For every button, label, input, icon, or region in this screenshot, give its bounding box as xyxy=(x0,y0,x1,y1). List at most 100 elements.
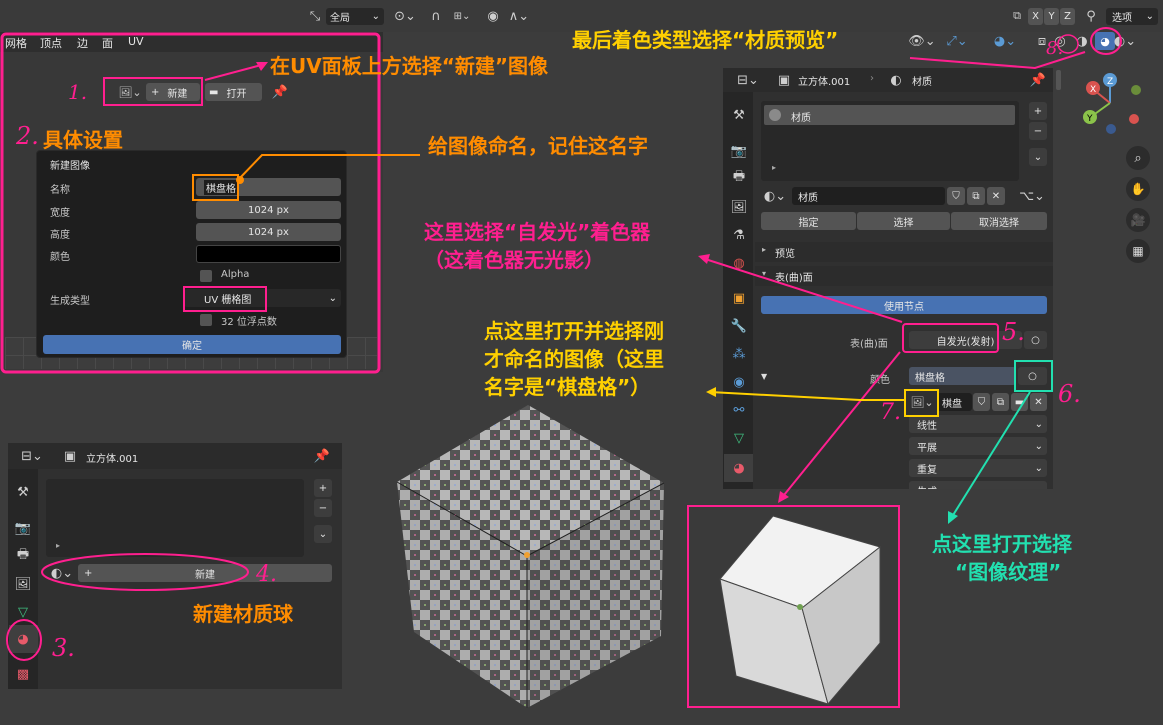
uv-menu-mesh[interactable]: 网格 xyxy=(5,35,27,51)
view-layer-icon[interactable]: 🖼 xyxy=(13,574,33,594)
material-browse-icon[interactable]: ◐⌄ xyxy=(761,187,789,205)
mirror-icon[interactable]: ⧉ xyxy=(1008,7,1026,25)
slot-specials-button[interactable]: ⌄ xyxy=(1029,148,1047,166)
uv-menu-face[interactable]: 面 xyxy=(102,35,113,51)
render-icon[interactable]: 📷 xyxy=(729,141,749,161)
projection-dropdown[interactable]: 平展 ⌄ xyxy=(909,437,1047,455)
render-icon[interactable]: 📷 xyxy=(13,518,33,538)
float-checkbox[interactable] xyxy=(200,314,212,326)
use-nodes-button[interactable]: 使用节点 xyxy=(761,296,1047,314)
uv-menu-uv[interactable]: UV xyxy=(128,35,144,48)
editor-type-icon[interactable]: ⊟⌄ xyxy=(734,71,762,89)
width-field[interactable]: 1024 px xyxy=(196,201,341,219)
scene-icon[interactable]: ⚗ xyxy=(729,225,749,245)
falloff-icon[interactable]: ∧⌄ xyxy=(505,7,533,25)
preview-panel-header[interactable] xyxy=(755,242,1053,262)
remove-slot-button[interactable]: − xyxy=(314,499,332,517)
ortho-button[interactable]: ▦ xyxy=(1126,239,1150,263)
snap-mode-icon[interactable]: ⊞⌄ xyxy=(448,7,476,25)
material-browse-icon[interactable]: ◐⌄ xyxy=(48,564,76,582)
height-field[interactable]: 1024 px xyxy=(196,223,341,241)
add-slot-button[interactable]: + xyxy=(1029,102,1047,120)
solid-shading-icon[interactable]: ◑ xyxy=(1074,32,1090,50)
camera-button[interactable]: 🎥 xyxy=(1126,208,1150,232)
new-material-button[interactable]: + 新建 xyxy=(78,564,332,582)
image-fake-user-icon[interactable]: ⛉ xyxy=(973,393,990,411)
image-browse-icon[interactable]: 🖼⌄ xyxy=(909,393,935,411)
image-unlink-icon[interactable]: ✕ xyxy=(1030,393,1047,411)
axis-z-toggle[interactable]: Z xyxy=(1060,8,1075,25)
scrollbar[interactable] xyxy=(1056,70,1061,90)
axis-y-toggle[interactable]: Y xyxy=(1044,8,1059,25)
image-name-field[interactable]: 棋盘格 xyxy=(196,178,341,196)
pin-icon[interactable]: 📌 xyxy=(272,83,288,101)
overlay-icon[interactable]: ◕⌄ xyxy=(988,32,1022,50)
modifier-icon[interactable]: 🔧 xyxy=(729,316,749,336)
output-icon[interactable]: 🖶 xyxy=(729,168,749,188)
uv-menu-vertex[interactable]: 顶点 xyxy=(40,35,62,51)
axis-x-toggle[interactable]: X xyxy=(1028,8,1043,25)
wrench-icon[interactable]: ⚲ xyxy=(1082,7,1100,25)
material-tab-label: 材质 xyxy=(912,77,932,88)
gen-type-dropdown[interactable]: UV 栅格图 ⌄ xyxy=(184,289,341,307)
slot-specials-button[interactable]: ⌄ xyxy=(314,525,332,543)
output-icon[interactable]: 🖶 xyxy=(13,546,33,566)
ok-button[interactable]: 确定 xyxy=(43,335,341,354)
image-name-field-right[interactable]: 棋盘 xyxy=(937,393,972,411)
select-button[interactable]: 选择 xyxy=(857,212,950,230)
zoom-button[interactable]: ⌕ xyxy=(1126,146,1150,170)
color-texture-field[interactable]: 棋盘格 xyxy=(909,367,1016,385)
color-swatch[interactable] xyxy=(196,245,341,263)
add-slot-button[interactable]: + xyxy=(314,479,332,497)
list-resize-icon[interactable]: ▸ xyxy=(56,541,60,550)
gizmo-icon[interactable]: ⤢⌄ xyxy=(942,32,972,50)
pan-button[interactable]: ✋ xyxy=(1126,177,1150,201)
image-browse-icon[interactable]: 🖼⌄ xyxy=(116,83,144,101)
texture-icon[interactable]: ▩ xyxy=(13,664,33,684)
interpolation-dropdown[interactable]: 线性 ⌄ xyxy=(909,415,1047,433)
snap-icon[interactable]: ∩ xyxy=(427,7,445,25)
tool-icon[interactable]: ⚒ xyxy=(13,482,33,502)
color-socket-button[interactable]: ○ xyxy=(1018,367,1047,385)
image-duplicate-icon[interactable]: ⧉ xyxy=(992,393,1009,411)
duplicate-icon[interactable]: ⧉ xyxy=(967,187,985,205)
remove-slot-button[interactable]: − xyxy=(1029,122,1047,140)
fake-user-icon[interactable]: ⛉ xyxy=(947,187,965,205)
deselect-button[interactable]: 取消选择 xyxy=(951,212,1047,230)
tool-icon[interactable]: ⚒ xyxy=(729,105,749,125)
navigation-gizmo[interactable]: Z X Y xyxy=(1078,68,1148,138)
open-image-button[interactable]: ▬ 打开 xyxy=(205,83,262,101)
object-props-icon[interactable]: ▣ xyxy=(729,288,749,308)
alpha-checkbox[interactable] xyxy=(200,270,212,282)
world-icon[interactable]: ◍ xyxy=(729,253,749,273)
pivot-icon[interactable]: ⊙⌄ xyxy=(392,7,418,25)
rendered-shading-icon[interactable]: ◐⌄ xyxy=(1114,32,1136,50)
data-icon[interactable]: ▽ xyxy=(729,428,749,448)
image-open-icon[interactable]: ▬ xyxy=(1011,393,1028,411)
source-dropdown[interactable]: 生成 xyxy=(909,481,1047,489)
unlink-icon[interactable]: ✕ xyxy=(987,187,1005,205)
pin-icon[interactable]: 📌 xyxy=(314,447,330,465)
link-type-icon[interactable]: ⌥⌄ xyxy=(1017,187,1047,205)
surface-socket-button[interactable]: ○ xyxy=(1024,331,1047,349)
material-name-field[interactable]: 材质 xyxy=(792,187,945,205)
data-icon[interactable]: ▽ xyxy=(13,602,33,622)
proportional-edit-icon[interactable]: ◉ xyxy=(484,7,502,25)
material-preview-shading-button[interactable]: ◕ xyxy=(1095,32,1115,50)
view-layer-icon[interactable]: 🖼 xyxy=(729,197,749,217)
global-dropdown[interactable]: 全局 ⌄ xyxy=(326,8,384,25)
particles-icon[interactable]: ⁂ xyxy=(729,344,749,364)
physics-icon[interactable]: ◉ xyxy=(729,372,749,392)
uv-menu-edge[interactable]: 边 xyxy=(77,35,88,51)
editor-type-icon[interactable]: ⊟⌄ xyxy=(18,447,46,465)
extension-dropdown[interactable]: 重复 ⌄ xyxy=(909,459,1047,477)
options-dropdown[interactable]: 选项 ⌄ xyxy=(1106,8,1158,25)
pin-icon[interactable]: 📌 xyxy=(1030,71,1046,89)
list-resize-icon[interactable]: ▸ xyxy=(772,163,776,172)
transform-orientation-icon[interactable]: ⤡ xyxy=(306,7,324,25)
assign-button[interactable]: 指定 xyxy=(761,212,856,230)
new-image-button[interactable]: + 新建 xyxy=(146,83,200,101)
constraints-icon[interactable]: ⚯ xyxy=(729,400,749,420)
visibility-icon[interactable]: 👁⌄ xyxy=(908,32,936,50)
object-icon: ▣ xyxy=(63,448,77,464)
